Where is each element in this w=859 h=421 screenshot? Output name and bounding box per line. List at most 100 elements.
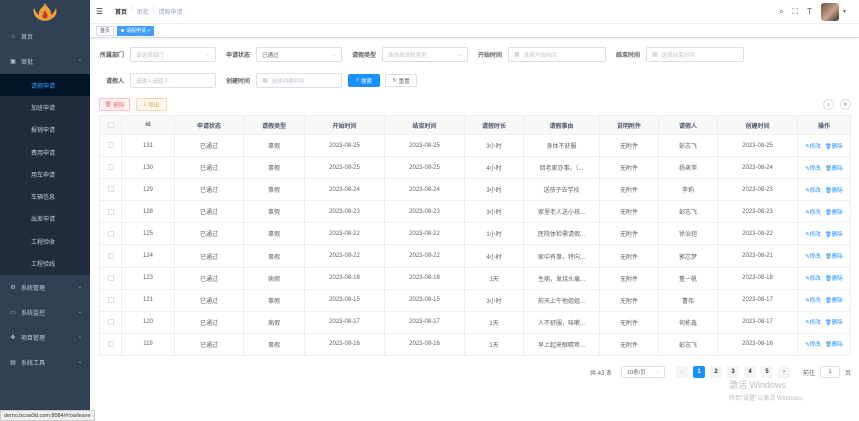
select-all-checkbox[interactable]: [99, 115, 122, 135]
table-row[interactable]: 128 已通过 事假 2023-08-23 2023-08-23 3小时 家里老人送小孩..…: [99, 200, 851, 224]
table-row[interactable]: 125 已通过 事假 2023-08-22 2023-08-22 1小时 医院体检需请假..…: [99, 222, 851, 246]
dept-select[interactable]: 请选择部门 ⌄: [130, 47, 216, 62]
search-button[interactable]: ⌕ 搜索: [348, 74, 380, 87]
edit-button[interactable]: ✎修改: [805, 298, 821, 304]
column-header[interactable]: id: [121, 115, 175, 135]
row-checkbox[interactable]: [99, 134, 122, 158]
sidebar-item-line-check[interactable]: 工程验线: [0, 252, 90, 274]
sidebar-item-overtime[interactable]: 加班申请: [0, 96, 90, 118]
sidebar-item-tools[interactable]: ▤ 系统工具 ⌄: [0, 350, 90, 375]
type-select[interactable]: 请选择请假类型 ⌄: [382, 47, 468, 62]
sidebar-item-project[interactable]: ❖ 项目管理 ⌄: [0, 325, 90, 350]
column-header[interactable]: 请假类型: [243, 115, 305, 135]
table-row[interactable]: 131 已通过 事假 2023-08-25 2023-08-25 3小时 身体不舒服 无附件彭…: [99, 134, 851, 158]
table-row[interactable]: 120 已通过 病假 2023-08-17 2023-08-17 1天 人不舒服，咳嗽...…: [99, 311, 851, 334]
edit-button[interactable]: ✎修改: [805, 210, 821, 216]
search-icon[interactable]: ⌕: [779, 7, 783, 17]
row-checkbox[interactable]: [99, 267, 122, 290]
sidebar-item-home[interactable]: ⌂ 首页: [0, 24, 90, 49]
table-row[interactable]: 130 已通过 事假 2023-08-25 2023-08-25 4小时 回老家办事。（..…: [99, 156, 851, 180]
export-button[interactable]: ⤓ 导出: [136, 98, 167, 111]
end-time-picker[interactable]: ▦ 选择结束时间: [646, 47, 744, 62]
edit-button[interactable]: ✎修改: [805, 342, 821, 348]
page-button[interactable]: 2: [710, 366, 723, 378]
column-header[interactable]: 操作: [797, 115, 851, 135]
delete-row-button[interactable]: 🗑删除: [825, 166, 843, 172]
delete-row-button[interactable]: 🗑删除: [825, 188, 843, 194]
status-select[interactable]: 已通过 ⌄: [256, 47, 342, 62]
delete-row-button[interactable]: 🗑删除: [825, 298, 843, 304]
column-header[interactable]: 创建时间: [717, 115, 798, 135]
edit-button[interactable]: ✎修改: [805, 254, 821, 260]
row-checkbox[interactable]: [99, 333, 122, 356]
sidebar-item-reimburse[interactable]: 报销申请: [0, 119, 90, 141]
edit-button[interactable]: ✎修改: [805, 276, 821, 282]
next-page-button[interactable]: ›: [778, 366, 791, 378]
sidebar-item-system[interactable]: ⚙ 系统管理 ⌄: [0, 275, 90, 300]
column-header[interactable]: 请假人: [658, 115, 718, 135]
sidebar-item-business-trip[interactable]: 出差申请: [0, 208, 90, 230]
edit-button[interactable]: ✎修改: [805, 188, 821, 194]
logo[interactable]: [0, 0, 90, 24]
page-size-select[interactable]: 10条/页 ⌄: [621, 366, 666, 378]
breadcrumb-home[interactable]: 首页: [115, 7, 127, 16]
font-size-icon[interactable]: T: [807, 7, 812, 16]
row-checkbox[interactable]: [99, 244, 122, 268]
delete-row-button[interactable]: 🗑删除: [825, 320, 843, 326]
sidebar-item-vehicle-request[interactable]: 用车申请: [0, 163, 90, 185]
delete-row-button[interactable]: 🗑删除: [825, 232, 843, 238]
delete-row-button[interactable]: 🗑删除: [825, 144, 843, 150]
edit-button[interactable]: ✎修改: [805, 320, 821, 326]
start-time-picker[interactable]: ▦ 选择开始时间: [508, 47, 606, 62]
row-checkbox[interactable]: [99, 311, 122, 334]
row-checkbox[interactable]: [99, 178, 122, 202]
sidebar-item-leave[interactable]: 请假申请: [0, 74, 90, 97]
sidebar-item-expense[interactable]: 费用申请: [0, 141, 90, 163]
delete-row-button[interactable]: 🗑删除: [825, 276, 843, 282]
tag-home[interactable]: 首页: [96, 25, 115, 36]
column-header[interactable]: 请假事由: [523, 115, 600, 135]
delete-row-button[interactable]: 🗑删除: [825, 254, 843, 260]
row-checkbox[interactable]: [99, 222, 122, 246]
table-row[interactable]: 123 已通过 病假 2023-08-18 2023-08-18 1天 生病，发烧头痛...…: [99, 267, 851, 290]
table-row[interactable]: 121 已通过 事假 2023-08-15 2023-08-15 3小时 前天上午他姐姐..…: [99, 289, 851, 312]
toggle-search-icon[interactable]: ⌕: [823, 99, 834, 110]
row-checkbox[interactable]: [99, 200, 122, 224]
edit-button[interactable]: ✎修改: [805, 144, 821, 150]
edit-button[interactable]: ✎修改: [805, 166, 821, 172]
column-header[interactable]: 请假时长: [464, 115, 524, 135]
column-header[interactable]: 申请状态: [174, 115, 244, 135]
page-button[interactable]: 5: [761, 366, 774, 378]
table-row[interactable]: 129 已通过 事假 2023-08-24 2023-08-24 3小时 送孩子去学校 无附件…: [99, 178, 851, 202]
prev-page-button[interactable]: ‹: [676, 366, 689, 378]
page-button[interactable]: 1: [693, 366, 706, 378]
close-icon[interactable]: ×: [147, 28, 150, 34]
edit-button[interactable]: ✎修改: [805, 232, 821, 238]
goto-page-input[interactable]: 1: [820, 366, 841, 378]
caret-down-icon[interactable]: ▼: [842, 9, 847, 15]
row-checkbox[interactable]: [99, 156, 122, 180]
sidebar-item-monitor[interactable]: ▭ 系统监控 ⌄: [0, 300, 90, 325]
row-checkbox[interactable]: [99, 289, 122, 312]
table-row[interactable]: 119 已通过 事假 2023-08-16 2023-08-16 1天 早上起来眼睛疼...…: [99, 333, 851, 356]
hamburger-icon[interactable]: ☰: [96, 7, 106, 16]
created-time-picker[interactable]: ▦ 选择创建时间: [256, 73, 342, 88]
sidebar-item-vehicle-info[interactable]: 车辆信息: [0, 185, 90, 207]
sidebar-item-approval[interactable]: ▣ 审批 ⌃: [0, 49, 90, 74]
reset-button[interactable]: ↻ 重置: [385, 74, 417, 87]
page-button[interactable]: 3: [727, 366, 740, 378]
sidebar-item-acceptance[interactable]: 工程验收: [0, 230, 90, 252]
table-row[interactable]: 124 已通过 事假 2023-08-22 2023-08-22 4小时 家中有事，特向..…: [99, 244, 851, 268]
delete-row-button[interactable]: 🗑删除: [825, 342, 843, 348]
column-header[interactable]: 开始时间: [304, 115, 385, 135]
column-header[interactable]: 说明附件: [599, 115, 659, 135]
column-header[interactable]: 结束时间: [384, 115, 465, 135]
fullscreen-icon[interactable]: ⛶: [793, 7, 799, 17]
tag-leave[interactable]: 请假申请 ×: [117, 25, 155, 36]
refresh-icon[interactable]: ↻: [840, 99, 851, 110]
delete-button[interactable]: 🗑 删除: [99, 98, 130, 111]
avatar[interactable]: [821, 2, 840, 21]
applicant-input[interactable]: 请输入请假人: [130, 73, 216, 88]
delete-row-button[interactable]: 🗑删除: [825, 210, 843, 216]
page-button[interactable]: 4: [744, 366, 757, 378]
